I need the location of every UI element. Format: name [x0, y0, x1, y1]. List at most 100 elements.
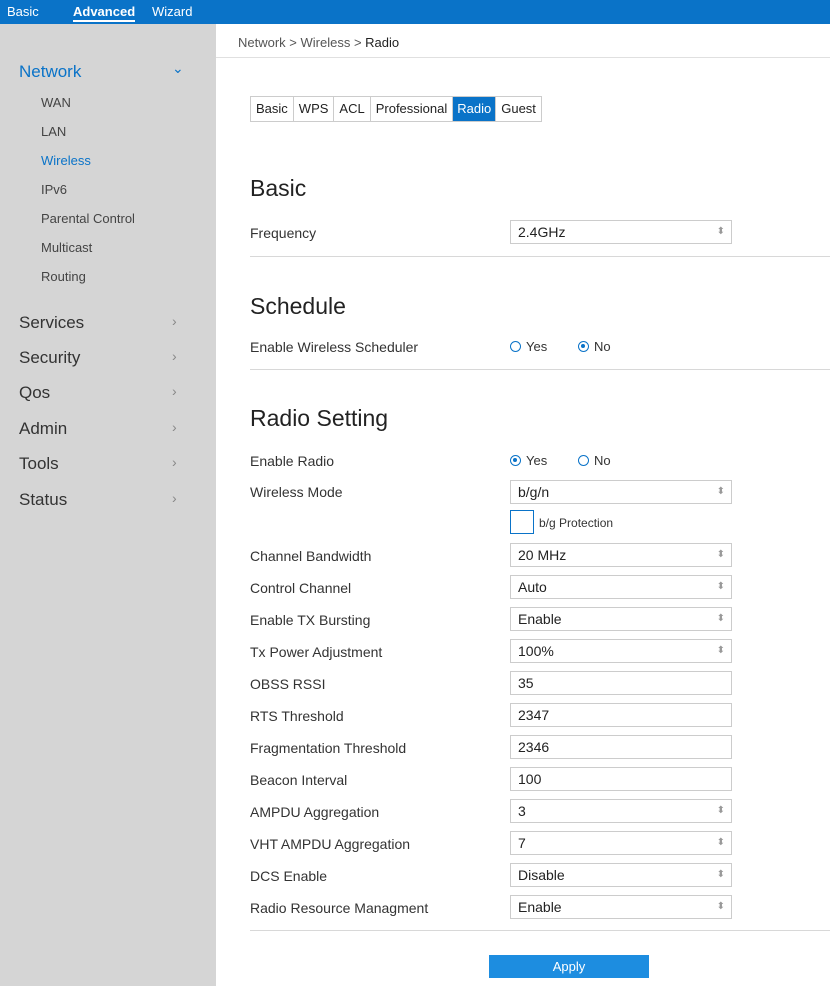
tab-radio[interactable]: Radio	[453, 97, 497, 121]
channel-bandwidth-select[interactable]: 20 MHz ⬍	[510, 543, 732, 567]
chevron-right-icon[interactable]: ›	[172, 383, 177, 399]
wireless-mode-select[interactable]: b/g/n ⬍	[510, 480, 732, 504]
tab-basic[interactable]: Basic	[251, 97, 294, 121]
sidebar-item-status[interactable]: Status	[19, 490, 67, 510]
select-caret-icon: ⬍	[716, 486, 725, 497]
sidebar-sub-ipv6[interactable]: IPv6	[41, 182, 67, 197]
rts-threshold-input[interactable]: 2347	[510, 703, 732, 727]
control-channel-label: Control Channel	[250, 580, 352, 596]
fragmentation-threshold-label: Fragmentation Threshold	[250, 740, 407, 756]
radio-resource-management-select[interactable]: Enable ⬍	[510, 895, 732, 919]
enable-radio-label: Enable Radio	[250, 453, 335, 469]
radio-off-icon	[510, 341, 521, 352]
radio-on-icon	[510, 455, 521, 466]
top-tab-wizard[interactable]: Wizard	[152, 0, 192, 24]
sidebar-sub-wan[interactable]: WAN	[41, 95, 71, 110]
select-caret-icon: ⬍	[716, 901, 725, 912]
wireless-scheduler-label: Enable Wireless Scheduler	[250, 339, 419, 355]
bg-protection-label: b/g Protection	[539, 516, 614, 530]
divider	[216, 57, 830, 58]
enable-radio-no-label: No	[594, 453, 611, 468]
fragmentation-threshold-input[interactable]: 2346	[510, 735, 732, 759]
tab-guest[interactable]: Guest	[496, 97, 541, 121]
scheduler-yes-label: Yes	[526, 339, 548, 354]
dcs-enable-select[interactable]: Disable ⬍	[510, 863, 732, 887]
frequency-select[interactable]: 2.4GHz ⬍	[510, 220, 732, 244]
control-channel-select[interactable]: Auto ⬍	[510, 575, 732, 599]
rts-threshold-label: RTS Threshold	[250, 708, 344, 724]
chevron-right-icon[interactable]: ›	[172, 348, 177, 364]
divider	[250, 930, 830, 931]
tab-wps[interactable]: WPS	[294, 97, 335, 121]
wireless-mode-value: b/g/n	[518, 484, 550, 500]
tx-bursting-value: Enable	[518, 611, 562, 627]
sidebar-item-tools[interactable]: Tools	[19, 454, 59, 474]
sidebar-item-security[interactable]: Security	[19, 348, 80, 368]
select-caret-icon: ⬍	[716, 549, 725, 560]
tx-power-value: 100%	[518, 643, 554, 659]
select-caret-icon: ⬍	[716, 645, 725, 656]
radio-off-icon	[578, 455, 589, 466]
enable-radio-yes-label: Yes	[526, 453, 548, 468]
apply-button[interactable]: Apply	[489, 955, 649, 978]
vht-ampdu-aggregation-select[interactable]: 7 ⬍	[510, 831, 732, 855]
tab-professional[interactable]: Professional	[371, 97, 454, 121]
top-nav-bar: Basic Advanced Wizard	[0, 0, 830, 24]
vht-ampdu-aggregation-value: 7	[518, 835, 526, 851]
breadcrumb-current: Radio	[365, 35, 400, 50]
sidebar-sub-lan[interactable]: LAN	[41, 124, 66, 139]
sidebar-item-services[interactable]: Services	[19, 313, 84, 333]
wireless-mode-label: Wireless Mode	[250, 484, 343, 500]
sidebar-item-qos[interactable]: Qos	[19, 383, 50, 403]
beacon-interval-label: Beacon Interval	[250, 772, 348, 788]
select-caret-icon: ⬍	[716, 837, 725, 848]
scheduler-no-radio[interactable]: No	[578, 339, 611, 354]
bg-protection-checkbox[interactable]	[510, 510, 534, 534]
tx-power-label: Tx Power Adjustment	[250, 644, 383, 660]
ampdu-aggregation-select[interactable]: 3 ⬍	[510, 799, 732, 823]
sidebar-sub-routing[interactable]: Routing	[41, 269, 86, 284]
select-caret-icon: ⬍	[716, 869, 725, 880]
tab-acl[interactable]: ACL	[334, 97, 371, 121]
sidebar-sub-parental-control[interactable]: Parental Control	[41, 211, 135, 226]
obss-rssi-input[interactable]: 35	[510, 671, 732, 695]
sidebar-item-admin[interactable]: Admin	[19, 419, 67, 439]
divider	[250, 256, 830, 257]
tx-power-select[interactable]: 100% ⬍	[510, 639, 732, 663]
chevron-right-icon[interactable]: ›	[172, 490, 177, 506]
sidebar-sub-wireless[interactable]: Wireless	[41, 153, 91, 168]
ampdu-aggregation-value: 3	[518, 803, 526, 819]
divider	[250, 369, 830, 370]
breadcrumb-path[interactable]: Network > Wireless >	[238, 35, 365, 50]
sidebar-sub-multicast[interactable]: Multicast	[41, 240, 92, 255]
chevron-right-icon[interactable]: ›	[172, 313, 177, 329]
enable-radio-no-radio[interactable]: No	[578, 453, 611, 468]
radio-resource-management-label: Radio Resource Managment	[250, 900, 429, 916]
select-caret-icon: ⬍	[716, 613, 725, 624]
wireless-tabs: Basic WPS ACL Professional Radio Guest	[250, 96, 542, 122]
select-caret-icon: ⬍	[716, 805, 725, 816]
sidebar-item-network[interactable]: Network	[19, 62, 81, 82]
frequency-value: 2.4GHz	[518, 224, 566, 240]
top-tab-advanced[interactable]: Advanced	[73, 0, 136, 24]
tx-bursting-select[interactable]: Enable ⬍	[510, 607, 732, 631]
chevron-right-icon[interactable]: ›	[172, 454, 177, 470]
ampdu-aggregation-label: AMPDU Aggregation	[250, 804, 380, 820]
chevron-right-icon[interactable]: ›	[172, 419, 177, 435]
vht-ampdu-aggregation-label: VHT AMPDU Aggregation	[250, 836, 411, 852]
beacon-interval-input[interactable]: 100	[510, 767, 732, 791]
breadcrumb: Network > Wireless > Radio	[238, 35, 399, 50]
top-tab-advanced-label: Advanced	[73, 4, 136, 22]
enable-radio-yes-radio[interactable]: Yes	[510, 453, 547, 468]
control-channel-value: Auto	[518, 579, 547, 595]
select-caret-icon: ⬍	[716, 226, 725, 237]
top-tab-basic[interactable]: Basic	[7, 0, 39, 24]
chevron-down-icon[interactable]: ⌄	[172, 60, 184, 77]
scheduler-no-label: No	[594, 339, 611, 354]
radio-resource-management-value: Enable	[518, 899, 562, 915]
section-title-basic: Basic	[250, 175, 307, 201]
scheduler-yes-radio[interactable]: Yes	[510, 339, 547, 354]
section-title-schedule: Schedule	[250, 293, 346, 319]
radio-on-icon	[578, 341, 589, 352]
channel-bandwidth-value: 20 MHz	[518, 547, 567, 563]
